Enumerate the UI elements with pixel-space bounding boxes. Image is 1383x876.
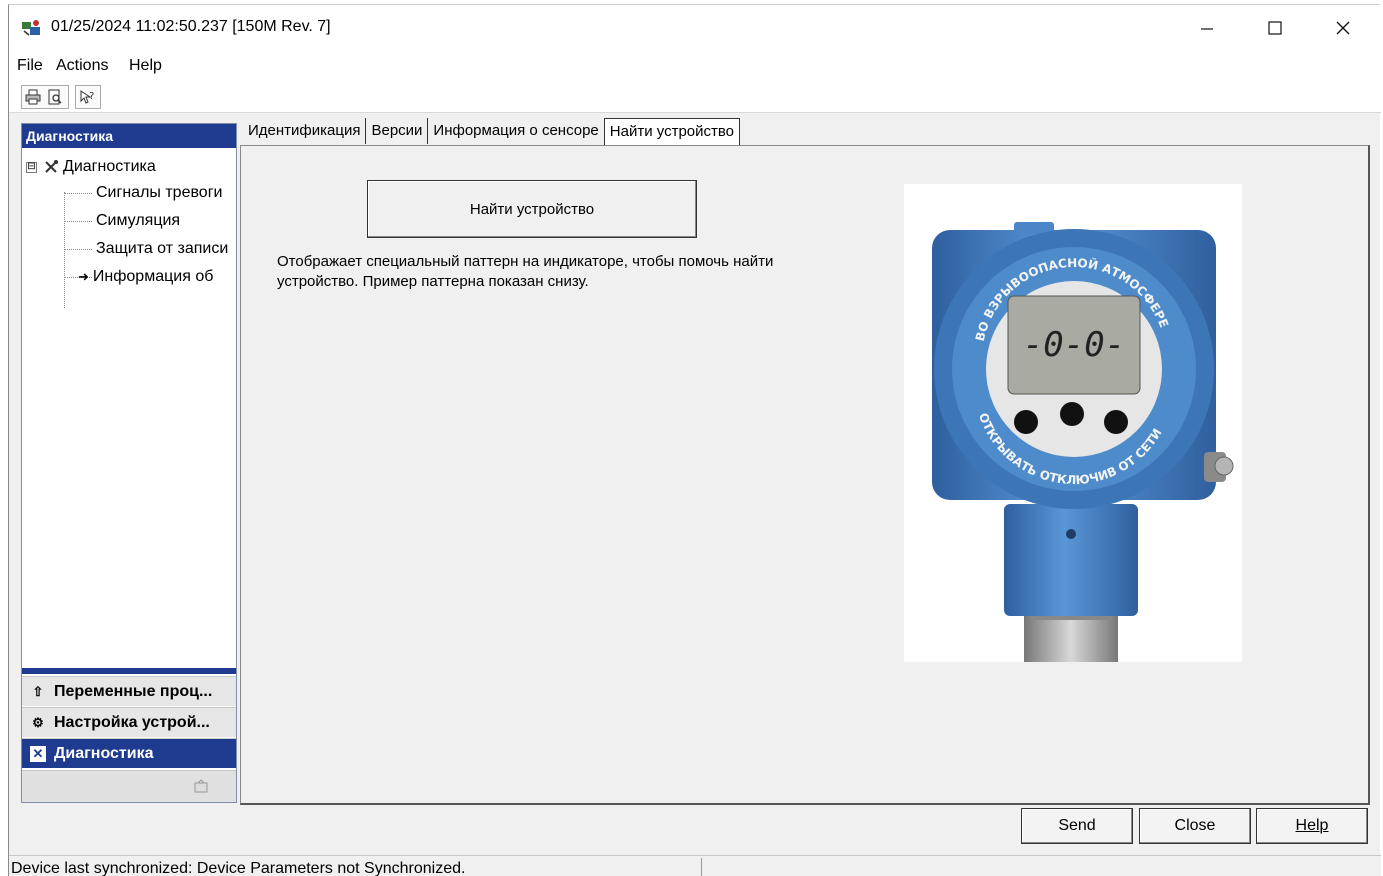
close-window-button[interactable] — [1309, 5, 1377, 51]
maximize-icon — [1268, 21, 1282, 35]
nav-process-variables-label: Переменные проц... — [54, 682, 213, 700]
print-button[interactable] — [22, 86, 44, 108]
nav-process-variables[interactable]: ⇧ Переменные проц... — [22, 676, 236, 706]
gear-icon: ⚙ — [32, 714, 44, 730]
tree-connector — [64, 221, 92, 222]
status-bar: Device last synchronized: Device Paramet… — [9, 855, 1381, 876]
maximize-button[interactable] — [1241, 5, 1309, 51]
tree-connector — [64, 249, 92, 250]
diagnostics-tree: ⊟ Диагностика Сигналы тревоги Симуляция … — [22, 148, 236, 668]
diagnostics-icon: ✕ — [30, 745, 46, 762]
device-image: -0-0- ВО ВЗРЫВООПАСНОЙ АТМОСФЕРЕ ОТКРЫВА… — [904, 184, 1242, 662]
find-device-button[interactable]: Найти устройство — [367, 180, 697, 238]
menu-file[interactable]: File — [17, 57, 43, 75]
tree-item-alarms[interactable]: Сигналы тревоги — [96, 184, 222, 202]
app-icon — [21, 19, 41, 37]
wrench-icon — [45, 160, 58, 173]
panel-splitter[interactable] — [22, 668, 236, 674]
configure-buttons-icon[interactable] — [194, 779, 210, 793]
title-bar: 01/25/2024 11:02:50.237 [150M Rev. 7] — [9, 5, 1381, 51]
toolbar: ? — [9, 81, 1381, 113]
menu-actions[interactable]: Actions — [56, 57, 108, 75]
navigation-panel: Диагностика ⊟ Диагностика Сигналы тревог… — [21, 123, 237, 803]
tab-sensor-info[interactable]: Информация о сенсоре — [428, 118, 603, 144]
print-preview-icon — [48, 89, 62, 105]
close-button[interactable]: Close — [1139, 808, 1251, 844]
tree-connector — [64, 193, 92, 194]
nav-device-setup[interactable]: ⚙ Настройка устрой... — [22, 707, 236, 737]
home-icon: ⇧ — [32, 683, 44, 699]
minimize-button[interactable] — [1173, 5, 1241, 51]
tab-versions[interactable]: Версии — [366, 118, 429, 144]
menu-help[interactable]: Help — [129, 57, 162, 75]
selected-arrow-icon: ➜ — [78, 269, 89, 284]
main-window: 01/25/2024 11:02:50.237 [150M Rev. 7] Fi… — [8, 4, 1381, 876]
nav-diagnostics-label: Диагностика — [54, 744, 154, 762]
status-text: Device last synchronized: Device Paramet… — [11, 860, 466, 876]
find-device-description: Отображает специальный паттерн на индика… — [277, 253, 774, 290]
tab-find-device[interactable]: Найти устройство — [603, 118, 741, 146]
tree-root-label: Диагностика — [63, 158, 156, 175]
tree-item-write-protect[interactable]: Защита от записи — [96, 240, 228, 258]
nav-panel-footer — [22, 770, 236, 802]
print-preview-button[interactable] — [44, 86, 66, 108]
nav-diagnostics[interactable]: ✕ Диагностика — [22, 738, 236, 768]
tree-item-info-label: Информация об — [92, 268, 214, 285]
close-icon — [1336, 21, 1350, 35]
status-divider — [701, 858, 702, 876]
menu-bar: File Actions Help — [9, 51, 1381, 81]
toolbar-help-group: ? — [75, 85, 101, 109]
minimize-icon — [1201, 28, 1213, 30]
help-button[interactable]: Help — [1256, 808, 1368, 844]
tab-strip: Идентификация Версии Информация о сенсор… — [243, 118, 741, 146]
device-display-text: -0-0- — [1023, 325, 1125, 365]
send-button[interactable]: Send — [1021, 808, 1133, 844]
tab-content: Найти устройство Отображает специальный … — [240, 145, 1370, 805]
collapse-icon[interactable]: ⊟ — [26, 161, 37, 173]
context-help-icon: ? — [80, 90, 94, 104]
toolbar-print-group — [21, 85, 69, 109]
nav-panel-header: Диагностика — [22, 124, 236, 148]
nav-device-setup-label: Настройка устрой... — [54, 713, 210, 731]
tree-root[interactable]: ⊟ Диагностика — [26, 158, 156, 176]
help-button-label: Help — [1295, 817, 1329, 834]
print-icon — [25, 89, 41, 105]
svg-text:?: ? — [89, 91, 94, 102]
tree-item-info[interactable]: ➜ Информация об — [78, 268, 213, 286]
window-title: 01/25/2024 11:02:50.237 [150M Rev. 7] — [51, 18, 331, 35]
tree-connector — [64, 192, 65, 308]
context-help-button[interactable]: ? — [76, 86, 98, 108]
tree-item-simulation[interactable]: Симуляция — [96, 212, 180, 230]
tab-identification[interactable]: Идентификация — [243, 118, 367, 144]
